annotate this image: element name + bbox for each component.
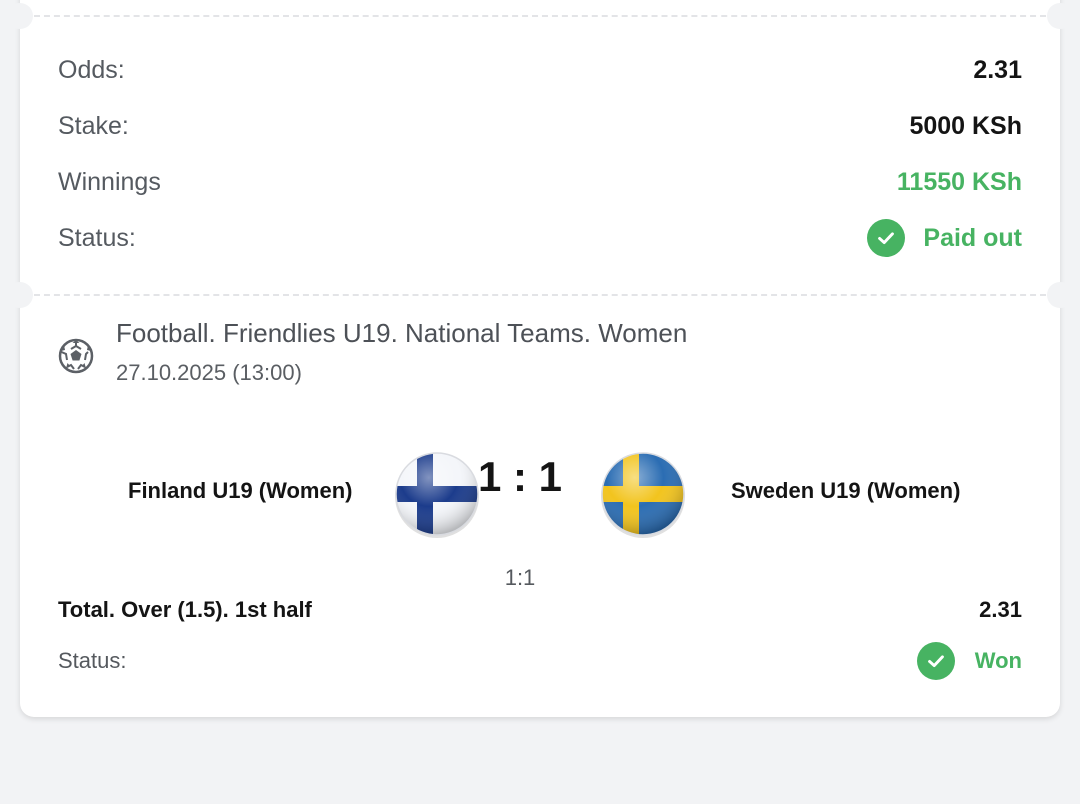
event-title: Football. Friendlies U19. National Teams… bbox=[116, 318, 688, 348]
bet-status-value: Won bbox=[974, 648, 1022, 673]
odds-row: Odds: 2.31 bbox=[58, 50, 1022, 90]
ticket-notch-top-left bbox=[7, 3, 33, 29]
event-datetime: 27.10.2025 (13:00) bbox=[116, 360, 302, 385]
ticket-notch-mid-left bbox=[7, 282, 33, 308]
bet-status-row: Status: Won bbox=[58, 641, 1022, 681]
ticket-status: Paid out bbox=[867, 219, 1022, 257]
odds-label: Odds: bbox=[58, 55, 125, 84]
event-header: Football. Friendlies U19. National Teams… bbox=[58, 318, 958, 388]
ticket-notch-top-right bbox=[1047, 3, 1073, 29]
winnings-label: Winnings bbox=[58, 167, 161, 196]
ticket-divider-top bbox=[34, 15, 1046, 17]
bet-market: Total. Over (1.5). 1st half bbox=[58, 597, 312, 622]
winnings-value: 11550 KSh bbox=[896, 167, 1022, 196]
football-icon bbox=[58, 338, 94, 374]
check-circle-icon bbox=[916, 642, 955, 680]
ticket-notch-mid-right bbox=[1047, 282, 1073, 308]
ticket-divider-mid bbox=[34, 294, 1046, 296]
ticket-status-label: Status: bbox=[58, 223, 136, 252]
ticket-status-value: Paid out bbox=[923, 223, 1022, 252]
stake-row: Stake: 5000 KSh bbox=[58, 106, 1022, 146]
stake-value: 5000 KSh bbox=[909, 111, 1022, 140]
bet-status: Won bbox=[916, 642, 1022, 680]
odds-value: 2.31 bbox=[973, 55, 1022, 84]
match-score: 1 : 1 bbox=[477, 453, 563, 500]
home-team-name: Finland U19 (Women) bbox=[128, 478, 353, 503]
sweden-flag-icon bbox=[599, 450, 687, 538]
half-time-score: 1:1 bbox=[504, 565, 536, 590]
bet-status-label: Status: bbox=[58, 648, 127, 673]
winnings-row: Winnings 11550 KSh bbox=[58, 162, 1022, 202]
check-circle-icon bbox=[867, 219, 906, 257]
bet-market-row: Total. Over (1.5). 1st half 2.31 bbox=[58, 594, 1022, 626]
stake-label: Stake: bbox=[58, 111, 129, 140]
ticket-status-row: Status: Paid out bbox=[58, 218, 1022, 258]
away-team-name: Sweden U19 (Women) bbox=[731, 478, 961, 503]
bet-odds: 2.31 bbox=[979, 597, 1022, 622]
